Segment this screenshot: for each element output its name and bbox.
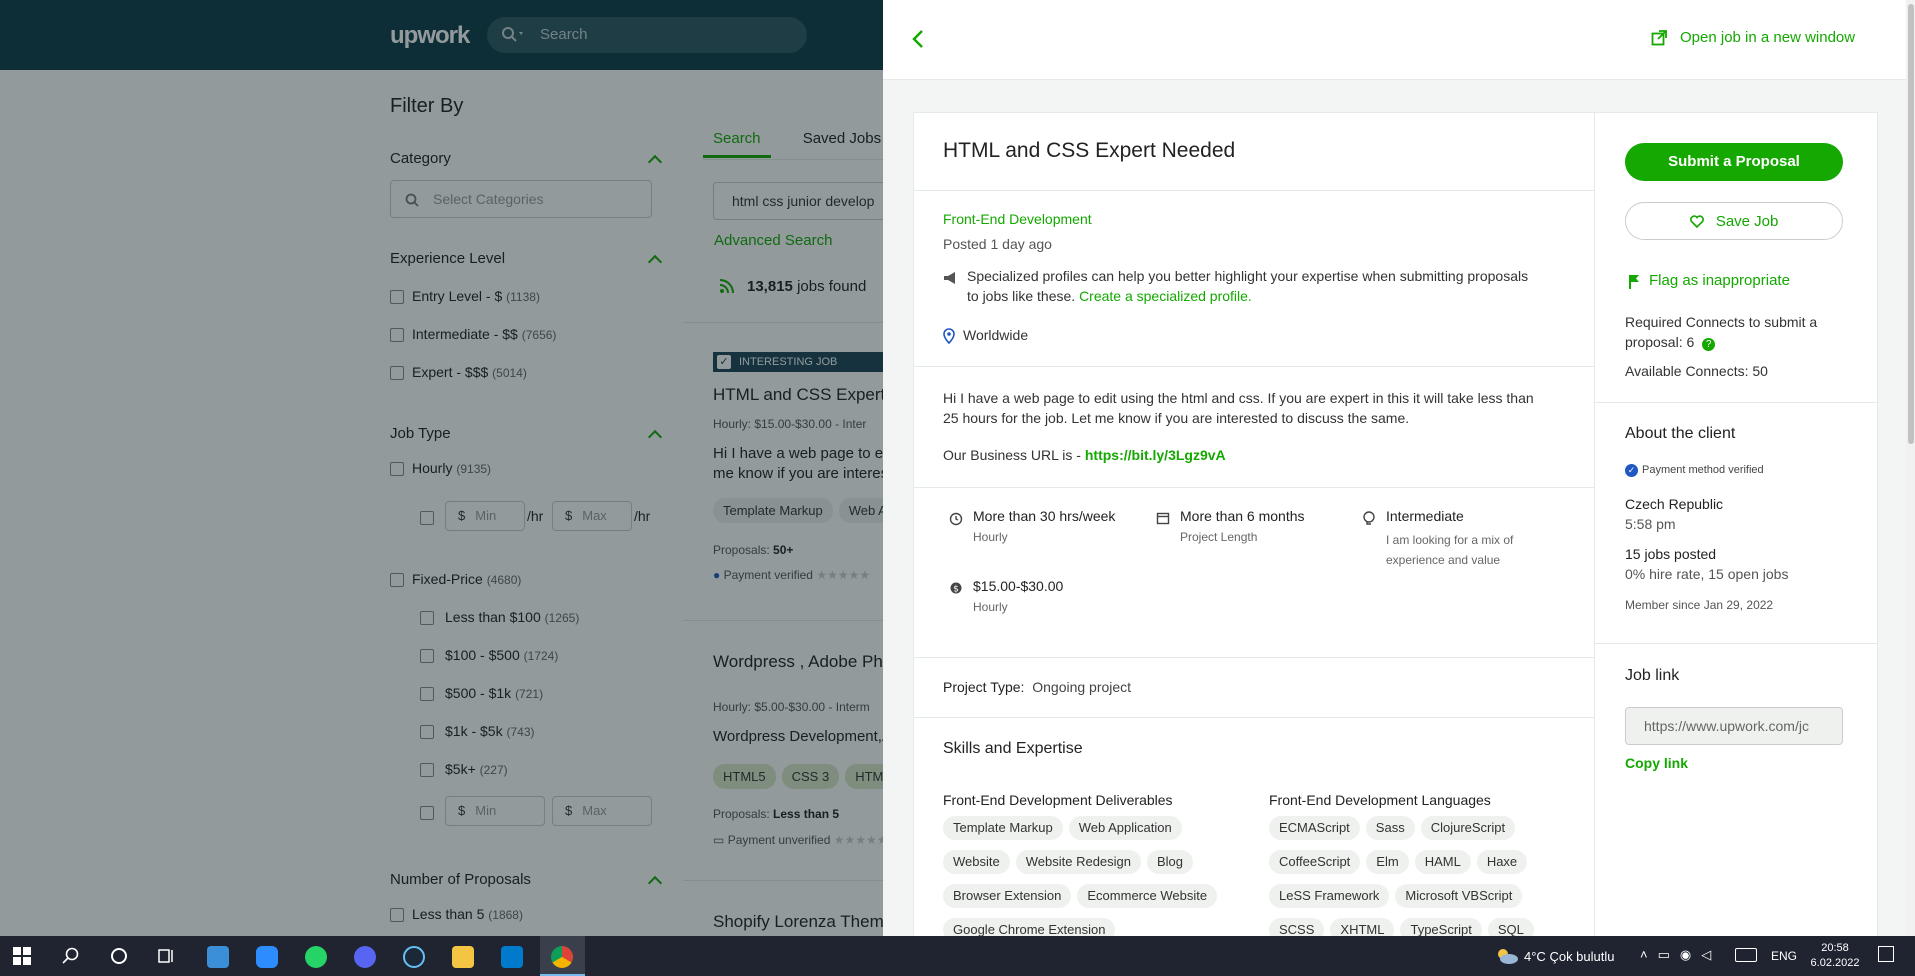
skill-pill[interactable]: ECMAScript: [1269, 816, 1360, 840]
experience-level: Intermediate: [1386, 508, 1464, 524]
skill-pill[interactable]: Website Redesign: [1015, 850, 1141, 874]
weather-text[interactable]: 4°C Çok bulutlu: [1524, 949, 1615, 964]
chrome-icon: [551, 946, 573, 968]
skill-pill[interactable]: HAML: [1414, 850, 1471, 874]
brain-icon: [1362, 511, 1376, 530]
location-pin-icon: [943, 328, 955, 349]
job-description: Hi I have a web page to edit using the h…: [943, 390, 1534, 426]
experience-sub: I am looking for a mix of experience and …: [1386, 533, 1514, 567]
modal-backdrop[interactable]: [0, 0, 883, 936]
flag-icon[interactable]: [1628, 274, 1640, 294]
client-country: Czech Republic: [1625, 496, 1724, 512]
skill-pill[interactable]: Microsoft VBScript: [1395, 884, 1523, 908]
app-icon[interactable]: [207, 946, 229, 968]
deliverables-list: Template Markup Web Application Website Web…: [943, 816, 1253, 952]
specialized-profile-note: Specialized profiles can help you better…: [967, 268, 1529, 304]
whatsapp-icon[interactable]: [305, 946, 327, 968]
chrome-taskbar-active[interactable]: [540, 936, 585, 976]
skills-title: Skills and Expertise: [943, 740, 1083, 757]
external-link-icon[interactable]: [1651, 30, 1667, 51]
svg-text:$: $: [953, 585, 959, 595]
languages-list: ECMAScript Sass ClojureScript CoffeeScript E…: [1269, 816, 1559, 952]
windows-taskbar: [0, 936, 1915, 976]
business-url-link[interactable]: https://bit.ly/3Lgz9vA: [1085, 447, 1226, 463]
heart-icon: [1689, 215, 1704, 229]
vscode-icon[interactable]: [501, 946, 523, 968]
client-local-time: 5:58 pm: [1625, 516, 1676, 532]
deliverables-title: Front-End Development Deliverables: [943, 792, 1173, 808]
language-indicator[interactable]: ENG: [1771, 949, 1797, 963]
required-connects: Required Connects to submit a proposal: 6…: [1625, 314, 1818, 351]
skill-pill[interactable]: Elm: [1366, 850, 1409, 874]
job-title: HTML and CSS Expert Needed: [943, 139, 1236, 162]
file-explorer-icon[interactable]: [452, 946, 474, 968]
create-profile-link[interactable]: Create a specialized profile.: [1079, 288, 1252, 304]
help-icon[interactable]: ?: [1702, 338, 1716, 351]
discord-icon[interactable]: [354, 946, 376, 968]
back-arrow-icon[interactable]: [911, 28, 925, 55]
business-url: Our Business URL is - https://bit.ly/3Lg…: [943, 447, 1226, 463]
hours-sub: Hourly: [973, 530, 1008, 544]
skill-pill[interactable]: Sass: [1365, 816, 1415, 840]
member-since: Member since Jan 29, 2022: [1625, 598, 1774, 612]
steam-icon[interactable]: [403, 946, 425, 968]
skill-pill[interactable]: Haxe: [1476, 850, 1528, 874]
windows-start-icon[interactable]: [13, 947, 31, 970]
clock[interactable]: 20:58 6.02.2022: [1810, 941, 1860, 971]
clock-icon: [949, 512, 963, 531]
project-type: Project Type: Ongoing project: [943, 679, 1132, 695]
scrollbar-thumb[interactable]: [1908, 4, 1914, 444]
copy-link[interactable]: Copy link: [1625, 755, 1688, 771]
posted-time: Posted 1 day ago: [943, 236, 1052, 252]
skill-pill[interactable]: CoffeeScript: [1269, 850, 1361, 874]
calendar-icon: [1156, 511, 1170, 530]
skill-pill[interactable]: Blog: [1147, 850, 1194, 874]
zoom-icon[interactable]: [256, 946, 278, 968]
system-tray-icons[interactable]: ˄▭◉◁: [1640, 947, 1721, 963]
tag-icon: $: [949, 581, 963, 600]
search-icon[interactable]: [62, 947, 80, 970]
job-details-panel: Open job in a new window HTML and CSS Ex…: [883, 0, 1906, 942]
cortana-icon[interactable]: [110, 947, 128, 970]
keyboard-icon[interactable]: [1735, 948, 1757, 962]
save-job-button[interactable]: Save Job: [1625, 202, 1843, 240]
client-hire-rate: 0% hire rate, 15 open jobs: [1625, 566, 1789, 582]
available-connects: Available Connects: 50: [1625, 363, 1768, 379]
task-view-icon[interactable]: [158, 947, 176, 970]
skill-pill[interactable]: Browser Extension: [943, 884, 1072, 908]
project-length-sub: Project Length: [1180, 530, 1258, 544]
megaphone-icon: [943, 271, 959, 290]
payment-method-verified: ✓ Payment method verified: [1625, 464, 1764, 477]
languages-title: Front-End Development Languages: [1269, 792, 1491, 808]
weather-cloud-icon[interactable]: [1495, 948, 1519, 969]
submit-proposal-button[interactable]: Submit a Proposal: [1625, 143, 1843, 181]
skill-pill[interactable]: Web Application: [1068, 816, 1182, 840]
job-link-title: Job link: [1625, 667, 1680, 684]
open-new-window-link[interactable]: Open job in a new window: [1680, 29, 1855, 46]
location: Worldwide: [963, 327, 1029, 343]
verified-check-icon: ✓: [1625, 464, 1638, 477]
skill-pill[interactable]: Ecommerce Website: [1077, 884, 1218, 908]
client-jobs-posted: 15 jobs posted: [1625, 546, 1717, 562]
job-category-link[interactable]: Front-End Development: [943, 211, 1092, 227]
about-client-title: About the client: [1625, 425, 1736, 442]
skill-pill[interactable]: LeSS Framework: [1269, 884, 1390, 908]
flag-inappropriate-link[interactable]: Flag as inappropriate: [1649, 272, 1790, 289]
skill-pill[interactable]: Template Markup: [943, 816, 1063, 840]
skill-pill[interactable]: ClojureScript: [1420, 816, 1516, 840]
skill-pill[interactable]: Website: [943, 850, 1010, 874]
job-link-field[interactable]: https://www.upwork.com/jc: [1625, 707, 1843, 745]
budget-sub: Hourly: [973, 600, 1008, 614]
hours-per-week: More than 30 hrs/week: [973, 508, 1116, 524]
project-length: More than 6 months: [1180, 508, 1305, 524]
notification-icon[interactable]: [1878, 946, 1894, 962]
budget: $15.00-$30.00: [973, 578, 1064, 594]
